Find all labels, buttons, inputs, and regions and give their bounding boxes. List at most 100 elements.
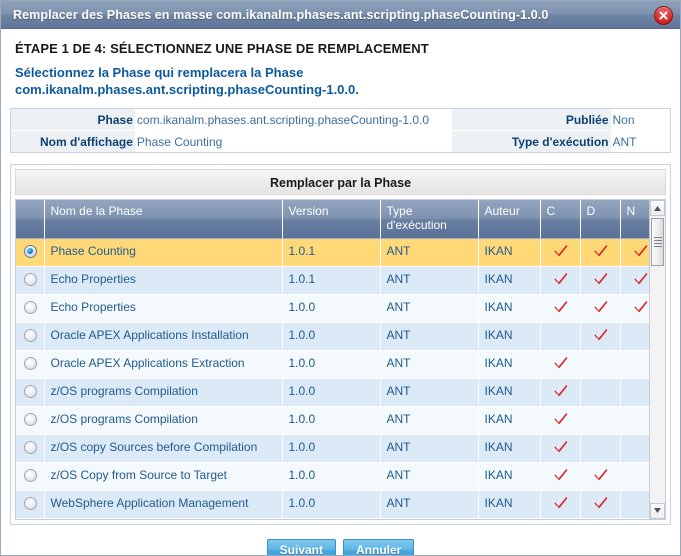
row-select-cell[interactable] <box>16 322 45 351</box>
exec-type-value: ANT <box>612 134 637 149</box>
row-select-cell[interactable] <box>16 406 45 435</box>
check-icon <box>593 496 608 509</box>
check-icon <box>634 244 648 257</box>
col-d[interactable]: D <box>580 200 621 239</box>
phase-name-cell: WebSphere Application Management <box>44 490 283 519</box>
check-icon <box>553 440 568 453</box>
table-row[interactable]: z/OS Copy from Source to Target 1.0.0 ANT I… <box>16 462 649 491</box>
phase-name-cell: z/OS copy Sources before Compilation <box>44 434 283 463</box>
info-row: Phase com.ikanalm.phases.ant.scripting.p… <box>11 109 670 130</box>
radio-button-icon[interactable] <box>23 440 37 454</box>
scroll-up-arrow-icon[interactable] <box>650 200 665 216</box>
col-author[interactable]: Auteur <box>478 200 541 239</box>
radio-button-icon[interactable] <box>23 384 37 398</box>
grid-scrollbar[interactable] <box>649 200 665 519</box>
col-n[interactable]: N <box>620 200 649 239</box>
col-version[interactable]: Version <box>282 200 381 239</box>
check-icon <box>553 300 568 313</box>
phase-author-cell: IKAN <box>478 294 541 323</box>
radio-button-icon[interactable] <box>23 356 37 370</box>
flag-c-cell <box>540 434 581 463</box>
table-row[interactable]: WebSphere Application Management 1.0.0 ANT… <box>16 490 649 519</box>
flag-n-cell <box>620 350 649 379</box>
phase-version-cell: 1.0.0 <box>282 294 381 323</box>
phase-exec-type-cell: ANT <box>380 462 479 491</box>
phase-author-cell: IKAN <box>478 406 541 435</box>
radio-button-icon[interactable] <box>23 328 37 342</box>
dialog-titlebar: Remplacer des Phases en masse com.ikanal… <box>1 1 680 29</box>
phase-author-cell: IKAN <box>478 322 541 351</box>
next-button[interactable]: Suivant <box>266 538 336 555</box>
col-name[interactable]: Nom de la Phase <box>44 200 283 239</box>
phase-version-cell: 1.0.0 <box>282 322 381 351</box>
row-select-cell[interactable] <box>16 238 45 267</box>
phase-version-cell: 1.0.1 <box>282 266 381 295</box>
dialog-title: Remplacer des Phases en masse com.ikanal… <box>13 7 549 22</box>
phase-exec-type-cell: ANT <box>380 378 479 407</box>
row-select-cell[interactable] <box>16 266 45 295</box>
table-row[interactable]: Phase Counting 1.0.1 ANT IKAN <box>16 238 649 267</box>
check-icon <box>553 356 568 369</box>
table-row[interactable]: Oracle APEX Applications Installation 1.0… <box>16 322 649 351</box>
close-icon[interactable] <box>654 6 673 25</box>
flag-n-cell <box>620 406 649 435</box>
check-icon <box>593 244 608 257</box>
radio-button-icon[interactable] <box>23 244 37 258</box>
row-select-cell[interactable] <box>16 434 45 463</box>
row-select-cell[interactable] <box>16 350 45 379</box>
col-exec-type[interactable]: Type d'exécution <box>380 200 479 239</box>
flag-c-cell <box>540 462 581 491</box>
check-icon <box>553 244 568 257</box>
phase-name-cell: Oracle APEX Applications Extraction <box>44 350 283 379</box>
grid-scroll-area: Nom de la Phase Version Type d'exécution… <box>16 200 649 519</box>
phase-name-cell: Oracle APEX Applications Installation <box>44 322 283 351</box>
flag-c-cell <box>540 406 581 435</box>
dialog-body: ÉTAPE 1 DE 4: SÉLECTIONNEZ UNE PHASE DE … <box>1 29 680 555</box>
phase-info-panel: Phase com.ikanalm.phases.ant.scripting.p… <box>10 108 671 153</box>
row-select-cell[interactable] <box>16 490 45 519</box>
flag-n-cell <box>620 322 649 351</box>
phase-version-cell: 1.0.0 <box>282 350 381 379</box>
cancel-button[interactable]: Annuler <box>343 538 415 555</box>
scrollbar-track[interactable] <box>650 216 665 503</box>
table-row[interactable]: Echo Properties 1.0.1 ANT IKAN <box>16 266 649 295</box>
flag-n-cell <box>620 238 649 267</box>
check-icon <box>593 328 608 341</box>
table-row[interactable]: Echo Properties 1.0.0 ANT IKAN <box>16 294 649 323</box>
scrollbar-thumb[interactable] <box>651 218 664 266</box>
published-label: Publiée <box>451 109 611 130</box>
radio-button-icon[interactable] <box>23 468 37 482</box>
table-row[interactable]: z/OS programs Compilation 1.0.0 ANT IKAN <box>16 406 649 435</box>
flag-d-cell <box>580 490 621 519</box>
row-select-cell[interactable] <box>16 294 45 323</box>
phase-exec-type-cell: ANT <box>380 238 479 267</box>
flag-c-cell <box>540 378 581 407</box>
table-row[interactable]: z/OS programs Compilation 1.0.0 ANT IKAN <box>16 378 649 407</box>
phase-exec-type-cell: ANT <box>380 350 479 379</box>
page-title: ÉTAPE 1 DE 4: SÉLECTIONNEZ UNE PHASE DE … <box>15 41 429 56</box>
table-row[interactable]: z/OS copy Sources before Compilation 1.0.… <box>16 434 649 463</box>
table-header-row: Nom de la Phase Version Type d'exécution… <box>16 200 649 239</box>
col-c[interactable]: C <box>540 200 581 239</box>
published-value: Non <box>612 112 635 127</box>
radio-button-icon[interactable] <box>23 300 37 314</box>
phase-value: com.ikanalm.phases.ant.scripting.phaseCo… <box>136 112 430 127</box>
phase-version-cell: 1.0.1 <box>282 238 381 267</box>
flag-c-cell <box>540 294 581 323</box>
radio-button-icon[interactable] <box>23 412 37 426</box>
radio-button-icon[interactable] <box>23 272 37 286</box>
scroll-down-arrow-icon[interactable] <box>650 502 665 519</box>
bulk-replace-phases-dialog: Remplacer des Phases en masse com.ikanal… <box>0 0 681 556</box>
phase-author-cell: IKAN <box>478 490 541 519</box>
flag-n-cell <box>620 378 649 407</box>
row-select-cell[interactable] <box>16 378 45 407</box>
check-icon <box>634 300 648 313</box>
row-select-cell[interactable] <box>16 462 45 491</box>
flag-d-cell <box>580 238 621 267</box>
table-row[interactable]: Oracle APEX Applications Extraction 1.0.0… <box>16 350 649 379</box>
phase-name-cell: Echo Properties <box>44 294 283 323</box>
phase-name-cell: Phase Counting <box>44 238 283 267</box>
table-body: Phase Counting 1.0.1 ANT IKAN Echo Propertie… <box>16 238 649 519</box>
radio-button-icon[interactable] <box>23 496 37 510</box>
check-icon <box>593 300 608 313</box>
